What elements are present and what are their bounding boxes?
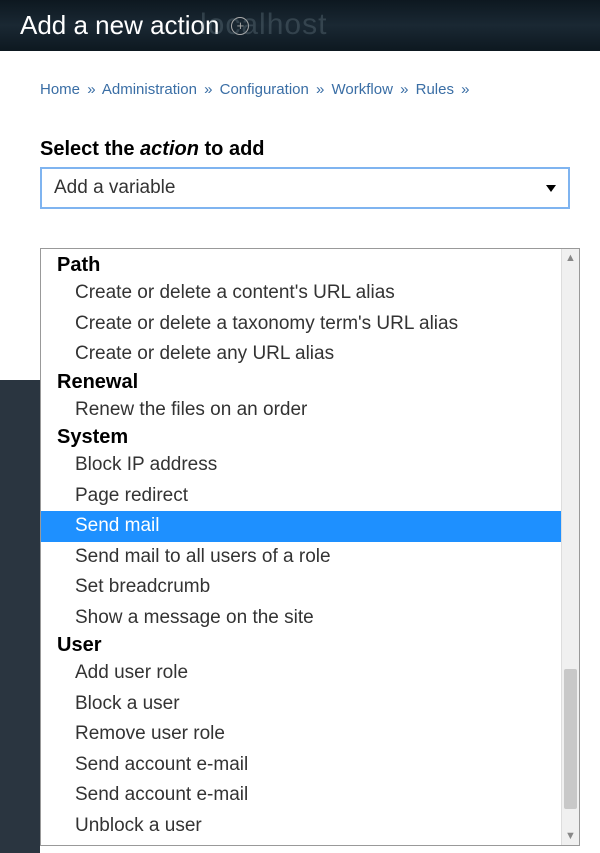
dropdown-option[interactable]: Page redirect [41, 481, 561, 512]
scroll-thumb[interactable] [564, 669, 577, 809]
dropdown-option[interactable]: Send account e-mail [41, 750, 561, 781]
dropdown-option[interactable]: Send mail to all users of a role [41, 542, 561, 573]
breadcrumb-separator: » [204, 81, 212, 98]
breadcrumb-separator: » [461, 81, 469, 98]
dropdown-option[interactable]: Add user role [41, 658, 561, 689]
dropdown-option[interactable]: Unblock a user [41, 811, 561, 842]
dropdown-option[interactable]: Block IP address [41, 450, 561, 481]
scroll-down-icon[interactable]: ▼ [562, 827, 579, 845]
action-dropdown[interactable]: PathCreate or delete a content's URL ali… [40, 248, 580, 846]
dropdown-option[interactable]: Create or delete any URL alias [41, 339, 561, 370]
scrollbar[interactable]: ▲ ▼ [561, 249, 579, 845]
breadcrumb-workflow[interactable]: Workflow [332, 81, 393, 98]
dropdown-option[interactable]: Renew the files on an order [41, 395, 561, 426]
page-header: Add a new action + localhost [0, 0, 600, 51]
breadcrumb-separator: » [87, 81, 95, 98]
dropdown-option[interactable]: Set breadcrumb [41, 572, 561, 603]
optgroup-label: User [41, 633, 561, 658]
dropdown-option[interactable]: Remove user role [41, 719, 561, 750]
optgroup-label: Path [41, 253, 561, 278]
select-value: Add a variable [54, 177, 175, 199]
chevron-down-icon [546, 185, 556, 192]
dropdown-list[interactable]: PathCreate or delete a content's URL ali… [41, 249, 561, 845]
breadcrumb-separator: » [400, 81, 408, 98]
breadcrumb-rules[interactable]: Rules [416, 81, 454, 98]
breadcrumb-separator: » [316, 81, 324, 98]
field-label: Select the action to add [40, 138, 570, 161]
plus-icon[interactable]: + [231, 17, 249, 35]
dropdown-option[interactable]: Show a message on the site [41, 603, 561, 634]
action-select[interactable]: Add a variable [40, 167, 570, 209]
breadcrumb-home[interactable]: Home [40, 81, 80, 98]
dropdown-option[interactable]: Create or delete a taxonomy term's URL a… [41, 309, 561, 340]
left-overlay-strip [0, 380, 40, 853]
dropdown-option[interactable]: Send account e-mail [41, 780, 561, 811]
scroll-up-icon[interactable]: ▲ [562, 249, 579, 267]
page-title: Add a new action [20, 10, 219, 41]
optgroup-label: Renewal [41, 370, 561, 395]
dropdown-option[interactable]: Send mail [41, 511, 561, 542]
dropdown-option[interactable]: Create or delete a content's URL alias [41, 278, 561, 309]
breadcrumb: Home » Administration » Configuration » … [40, 81, 570, 98]
dropdown-option[interactable]: Block a user [41, 689, 561, 720]
breadcrumb-configuration[interactable]: Configuration [220, 81, 309, 98]
optgroup-label: System [41, 425, 561, 450]
breadcrumb-administration[interactable]: Administration [102, 81, 197, 98]
